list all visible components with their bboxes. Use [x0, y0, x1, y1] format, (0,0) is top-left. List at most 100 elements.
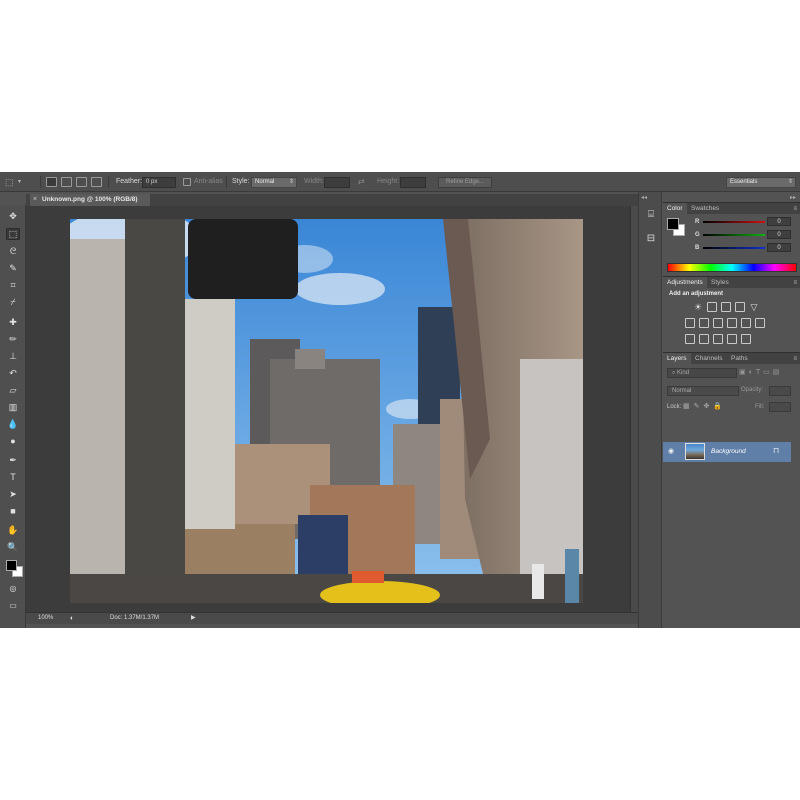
screen-mode-icon[interactable]: ▭ [6, 600, 20, 612]
fill-label: Fill: [755, 404, 765, 410]
layer-filter-icons[interactable]: ▣◐T▭▤ [739, 368, 797, 378]
antialias-checkbox[interactable] [183, 178, 191, 186]
eye-icon[interactable]: ◉ [668, 447, 674, 455]
crop-tool-icon[interactable]: ⌗ [6, 279, 20, 291]
tab-styles[interactable]: Styles [707, 277, 733, 289]
eraser-tool-icon[interactable]: ▱ [6, 384, 20, 396]
properties-panel-icon[interactable]: ⊟ [644, 232, 658, 246]
lasso-tool-icon[interactable]: ᘓ [6, 245, 20, 257]
height-input[interactable] [400, 177, 426, 188]
panel-menu-icon[interactable]: ≡ [793, 353, 797, 365]
canvas-photo[interactable] [70, 219, 583, 603]
add-selection-icon[interactable] [61, 177, 72, 187]
move-tool-icon[interactable]: ✥ [6, 210, 20, 222]
tab-adjustments[interactable]: Adjustments [663, 277, 707, 289]
blue-slider-row: B 0 [667, 243, 797, 253]
levels-icon[interactable] [707, 302, 717, 312]
new-selection-icon[interactable] [46, 177, 57, 187]
collapsed-panel-strip: ◂◂ ⌸ ⊟ [638, 192, 662, 628]
subtract-selection-icon[interactable] [76, 177, 87, 187]
brush-tool-icon[interactable]: ✏ [6, 333, 20, 345]
zoom-level[interactable]: 100% [38, 613, 53, 624]
gradient-tool-icon[interactable]: ▥ [6, 401, 20, 413]
hand-tool-icon[interactable]: ✋ [6, 524, 20, 536]
feather-label: Feather: [116, 178, 143, 185]
brightness-contrast-icon[interactable]: ☀ [693, 302, 703, 312]
tab-color[interactable]: Color [663, 203, 687, 215]
gradient-map-icon[interactable] [727, 334, 737, 344]
swap-icon[interactable]: ⇄ [358, 172, 365, 192]
exposure-icon[interactable] [735, 302, 745, 312]
dodge-tool-icon[interactable]: ● [6, 435, 20, 447]
style-select[interactable]: Normal [251, 177, 297, 188]
refine-edge-button[interactable]: Refine Edge... [438, 177, 492, 188]
layer-name[interactable]: Background [711, 448, 746, 455]
tab-layers[interactable]: Layers [663, 353, 691, 365]
blend-mode-select[interactable]: Normal [667, 386, 739, 396]
tab-paths[interactable]: Paths [727, 353, 752, 365]
color-panel-tabs: Color Swatches ≡ [663, 202, 800, 215]
opacity-input[interactable] [769, 386, 791, 396]
pen-tool-icon[interactable]: ✒ [6, 454, 20, 466]
marquee-tool-icon[interactable]: ⬚ [6, 228, 20, 240]
invert-icon[interactable] [685, 334, 695, 344]
posterize-icon[interactable] [699, 334, 709, 344]
blue-value[interactable]: 0 [767, 243, 791, 252]
layer-filter-select[interactable]: ⌕ Kind [667, 368, 737, 378]
eyedropper-tool-icon[interactable]: ⌿ [6, 296, 20, 308]
status-bar: 100% ◐ Doc: 1.37M/1.37M ▶ [26, 612, 638, 624]
lock-icon: ⊓ [773, 446, 780, 455]
fill-input[interactable] [769, 402, 791, 412]
lock-icons[interactable]: ▦✎✥🔒 [683, 402, 726, 410]
clone-stamp-tool-icon[interactable]: ⊥ [6, 350, 20, 362]
quick-selection-tool-icon[interactable]: ✎ [6, 262, 20, 274]
toolbox: ✥ ⬚ ᘓ ✎ ⌗ ⌿ ✚ ✏ ⊥ ↶ ▱ ▥ 💧 ● ✒ T ➤ ■ ✋ 🔍 … [0, 205, 26, 628]
color-balance-icon[interactable] [699, 318, 709, 328]
panel-menu-icon[interactable]: ≡ [793, 277, 797, 289]
status-menu-icon[interactable]: ▶ [191, 613, 196, 624]
document-tab[interactable]: × Unknown.png @ 100% (RGB/8) [30, 194, 150, 206]
history-panel-icon[interactable]: ⌸ [644, 208, 658, 222]
close-icon[interactable]: × [33, 194, 37, 206]
preset-dropdown-icon[interactable]: ▾ [18, 172, 21, 192]
width-input[interactable] [324, 177, 350, 188]
feather-input[interactable]: 0 px [142, 177, 176, 188]
zoom-tool-icon[interactable]: 🔍 [6, 541, 20, 553]
expand-icon[interactable]: ▸▸ [790, 194, 796, 201]
red-value[interactable]: 0 [767, 217, 791, 226]
collapse-icon[interactable]: ◂◂ [641, 194, 647, 201]
history-brush-tool-icon[interactable]: ↶ [6, 367, 20, 379]
layer-row[interactable]: ◉ Background ⊓ [663, 442, 791, 462]
photo-filter-icon[interactable] [727, 318, 737, 328]
threshold-icon[interactable] [713, 334, 723, 344]
blue-slider[interactable] [703, 247, 765, 249]
red-slider[interactable] [703, 221, 765, 223]
intersect-selection-icon[interactable] [91, 177, 102, 187]
vertical-scrollbar[interactable] [630, 206, 638, 612]
color-spectrum-ramp[interactable] [667, 263, 797, 272]
rectangle-tool-icon[interactable]: ■ [6, 505, 20, 517]
curves-icon[interactable] [721, 302, 731, 312]
workspace-select[interactable]: Essentials [726, 177, 796, 188]
green-slider[interactable] [703, 234, 765, 236]
type-tool-icon[interactable]: T [6, 471, 20, 483]
status-info-icon[interactable]: ◐ [70, 613, 74, 624]
tab-channels[interactable]: Channels [691, 353, 726, 365]
black-white-icon[interactable] [713, 318, 723, 328]
channel-mixer-icon[interactable] [741, 318, 751, 328]
vibrance-icon[interactable]: ▽ [749, 302, 759, 312]
tab-swatches[interactable]: Swatches [687, 203, 723, 215]
layer-filter-value: Kind [677, 370, 690, 376]
green-value[interactable]: 0 [767, 230, 791, 239]
path-selection-tool-icon[interactable]: ➤ [6, 488, 20, 500]
quick-mask-icon[interactable]: ◎ [6, 583, 20, 595]
blur-tool-icon[interactable]: 💧 [6, 418, 20, 430]
healing-brush-tool-icon[interactable]: ✚ [6, 316, 20, 328]
selective-color-icon[interactable] [741, 334, 751, 344]
hue-saturation-icon[interactable] [685, 318, 695, 328]
panel-dock: ▸▸ Color Swatches ≡ R 0 G 0 B 0 Adjustme… [663, 192, 800, 628]
foreground-color-swatch[interactable] [6, 560, 17, 571]
color-lookup-icon[interactable] [755, 318, 765, 328]
panel-menu-icon[interactable]: ≡ [793, 203, 797, 215]
marquee-preset-icon[interactable]: ⬚ [5, 172, 14, 192]
